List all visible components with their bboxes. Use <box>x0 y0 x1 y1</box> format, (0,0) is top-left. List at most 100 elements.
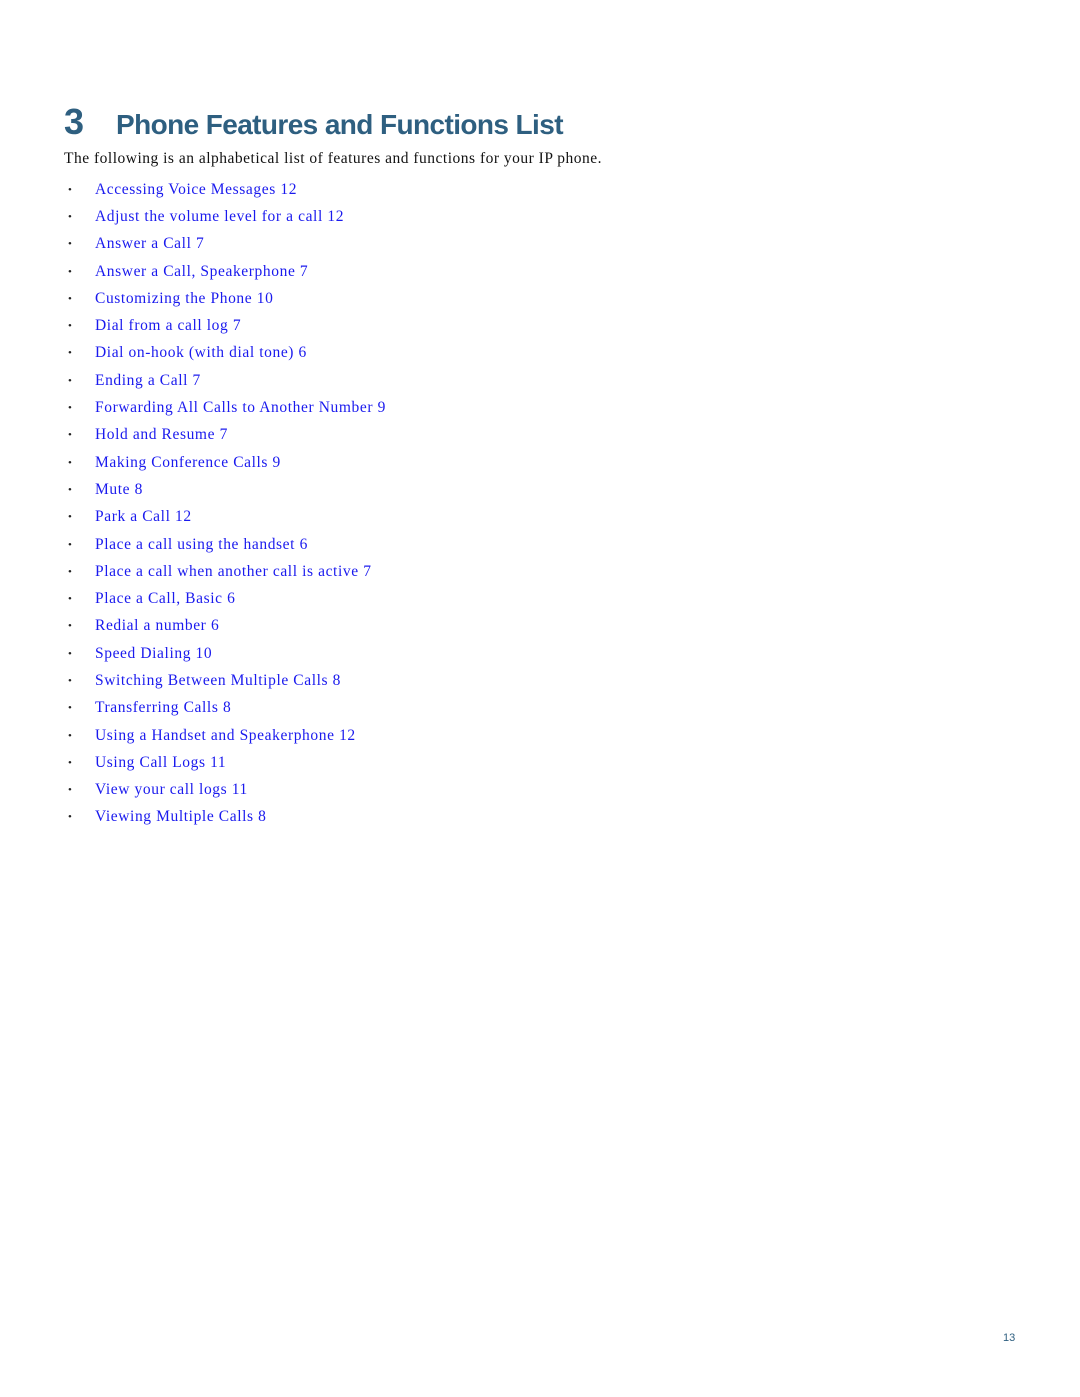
feature-link[interactable]: View your call logs 11 <box>95 781 248 799</box>
chapter-title: Phone Features and Functions List <box>116 109 564 140</box>
feature-label: Answer a Call <box>95 235 192 253</box>
feature-page-number: 6 <box>299 535 308 553</box>
list-item: • Hold and Resume 7 <box>64 422 386 449</box>
bullet-icon: • <box>68 320 73 333</box>
feature-link[interactable]: Dial from a call log 7 <box>95 317 241 335</box>
feature-page-number: 7 <box>192 371 201 389</box>
feature-label: Redial a number <box>95 617 207 635</box>
list-item: • Place a call when another call is activ… <box>64 558 386 585</box>
feature-link[interactable]: Dial on-hook (with dial tone) 6 <box>95 344 307 362</box>
feature-page-number: 7 <box>219 426 228 444</box>
feature-label: Speed Dialing <box>95 644 192 662</box>
feature-label: Park a Call <box>95 508 171 526</box>
feature-link[interactable]: Switching Between Multiple Calls 8 <box>95 672 341 690</box>
list-item: • Speed Dialing 10 <box>64 640 386 667</box>
feature-link[interactable]: Place a call when another call is active… <box>95 563 372 581</box>
feature-link[interactable]: Answer a Call, Speakerphone 7 <box>95 263 308 281</box>
feature-page-number: 7 <box>363 562 372 580</box>
feature-label: Place a Call, Basic <box>95 590 223 608</box>
feature-page-number: 6 <box>210 617 220 635</box>
list-item: • View your call logs 11 <box>64 777 386 804</box>
feature-link[interactable]: Transferring Calls 8 <box>95 699 231 717</box>
list-item: • Customizing the Phone 10 <box>64 285 386 312</box>
list-item: • Accessing Voice Messages 12 <box>64 176 386 203</box>
feature-link[interactable]: Place a call using the handset 6 <box>95 536 308 554</box>
bullet-icon: • <box>68 620 73 633</box>
list-item: • Place a Call, Basic 6 <box>64 585 386 612</box>
feature-link[interactable]: Accessing Voice Messages 12 <box>95 181 297 199</box>
feature-link[interactable]: Customizing the Phone 10 <box>95 290 273 308</box>
list-item: • Switching Between Multiple Calls 8 <box>64 667 386 694</box>
bullet-icon: • <box>68 702 73 715</box>
chapter-number: 3 <box>64 101 85 142</box>
list-item: • Park a Call 12 <box>64 504 386 531</box>
feature-page-number: 8 <box>134 480 143 498</box>
bullet-icon: • <box>68 265 73 278</box>
feature-link[interactable]: Redial a number 6 <box>95 617 219 635</box>
feature-link[interactable]: Using Call Logs 11 <box>95 754 226 772</box>
feature-label: Place a call using the handset <box>95 535 296 553</box>
feature-link[interactable]: Using a Handset and Speakerphone 12 <box>95 727 356 745</box>
feature-label: Transferring Calls <box>95 699 219 717</box>
bullet-icon: • <box>68 292 73 305</box>
feature-page-number: 8 <box>222 699 232 717</box>
feature-page-number: 7 <box>232 317 242 335</box>
bullet-icon: • <box>68 429 73 442</box>
list-item: • Dial on-hook (with dial tone) 6 <box>64 340 386 367</box>
feature-page-number: 7 <box>299 262 309 280</box>
list-item: • Viewing Multiple Calls 8 <box>64 804 386 831</box>
feature-link[interactable]: Viewing Multiple Calls 8 <box>95 808 267 826</box>
feature-page-number: 11 <box>210 753 227 771</box>
bullet-icon: • <box>68 402 73 415</box>
bullet-icon: • <box>68 756 73 769</box>
bullet-icon: • <box>68 483 73 496</box>
list-item: • Using a Handset and Speakerphone 12 <box>64 722 386 749</box>
feature-label: Using Call Logs <box>95 753 206 771</box>
feature-page-number: 7 <box>195 235 205 253</box>
feature-link[interactable]: Park a Call 12 <box>95 508 192 526</box>
feature-link[interactable]: Making Conference Calls 9 <box>95 454 281 472</box>
feature-page-number: 9 <box>377 399 386 417</box>
feature-label: Answer a Call, Speakerphone <box>95 262 296 280</box>
chapter-heading: 3 Phone Features and Functions List <box>64 100 564 147</box>
feature-link[interactable]: Answer a Call 7 <box>95 235 204 253</box>
feature-link[interactable]: Forwarding All Calls to Another Number 9 <box>95 399 386 417</box>
bullet-icon: • <box>68 183 73 196</box>
feature-page-number: 6 <box>227 590 236 608</box>
feature-link[interactable]: Mute 8 <box>95 481 143 499</box>
feature-link[interactable]: Place a Call, Basic 6 <box>95 590 235 608</box>
feature-label: Place a call when another call is active <box>95 562 359 580</box>
feature-page-number: 10 <box>195 644 213 662</box>
feature-label: Mute <box>95 480 131 498</box>
feature-page-number: 10 <box>256 289 274 307</box>
bullet-icon: • <box>68 593 73 606</box>
bullet-icon: • <box>68 456 73 469</box>
feature-page-number: 12 <box>280 180 298 198</box>
bullet-icon: • <box>68 511 73 524</box>
bullet-icon: • <box>68 565 73 578</box>
bullet-icon: • <box>68 811 73 824</box>
feature-label: Customizing the Phone <box>95 289 253 307</box>
feature-link[interactable]: Hold and Resume 7 <box>95 426 228 444</box>
feature-label: Dial on-hook (with dial tone) <box>95 344 295 362</box>
bullet-icon: • <box>68 674 73 687</box>
feature-page-number: 12 <box>174 508 192 526</box>
feature-link[interactable]: Adjust the volume level for a call 12 <box>95 208 344 226</box>
list-item: • Using Call Logs 11 <box>64 749 386 776</box>
bullet-icon: • <box>68 347 73 360</box>
bullet-icon: • <box>68 647 73 660</box>
list-item: • Dial from a call log 7 <box>64 312 386 339</box>
list-item: • Transferring Calls 8 <box>64 695 386 722</box>
feature-label: Viewing Multiple Calls <box>95 808 254 826</box>
bullet-icon: • <box>68 374 73 387</box>
feature-link[interactable]: Ending a Call 7 <box>95 372 201 390</box>
bullet-icon: • <box>68 210 73 223</box>
feature-link[interactable]: Speed Dialing 10 <box>95 645 212 663</box>
feature-label: Switching Between Multiple Calls <box>95 671 329 689</box>
feature-page-number: 8 <box>258 808 267 826</box>
page-number: 13 <box>1003 1332 1016 1344</box>
list-item: • Ending a Call 7 <box>64 367 386 394</box>
bullet-icon: • <box>68 784 73 797</box>
bullet-icon: • <box>68 729 73 742</box>
list-item: • Forwarding All Calls to Another Number … <box>64 394 386 421</box>
